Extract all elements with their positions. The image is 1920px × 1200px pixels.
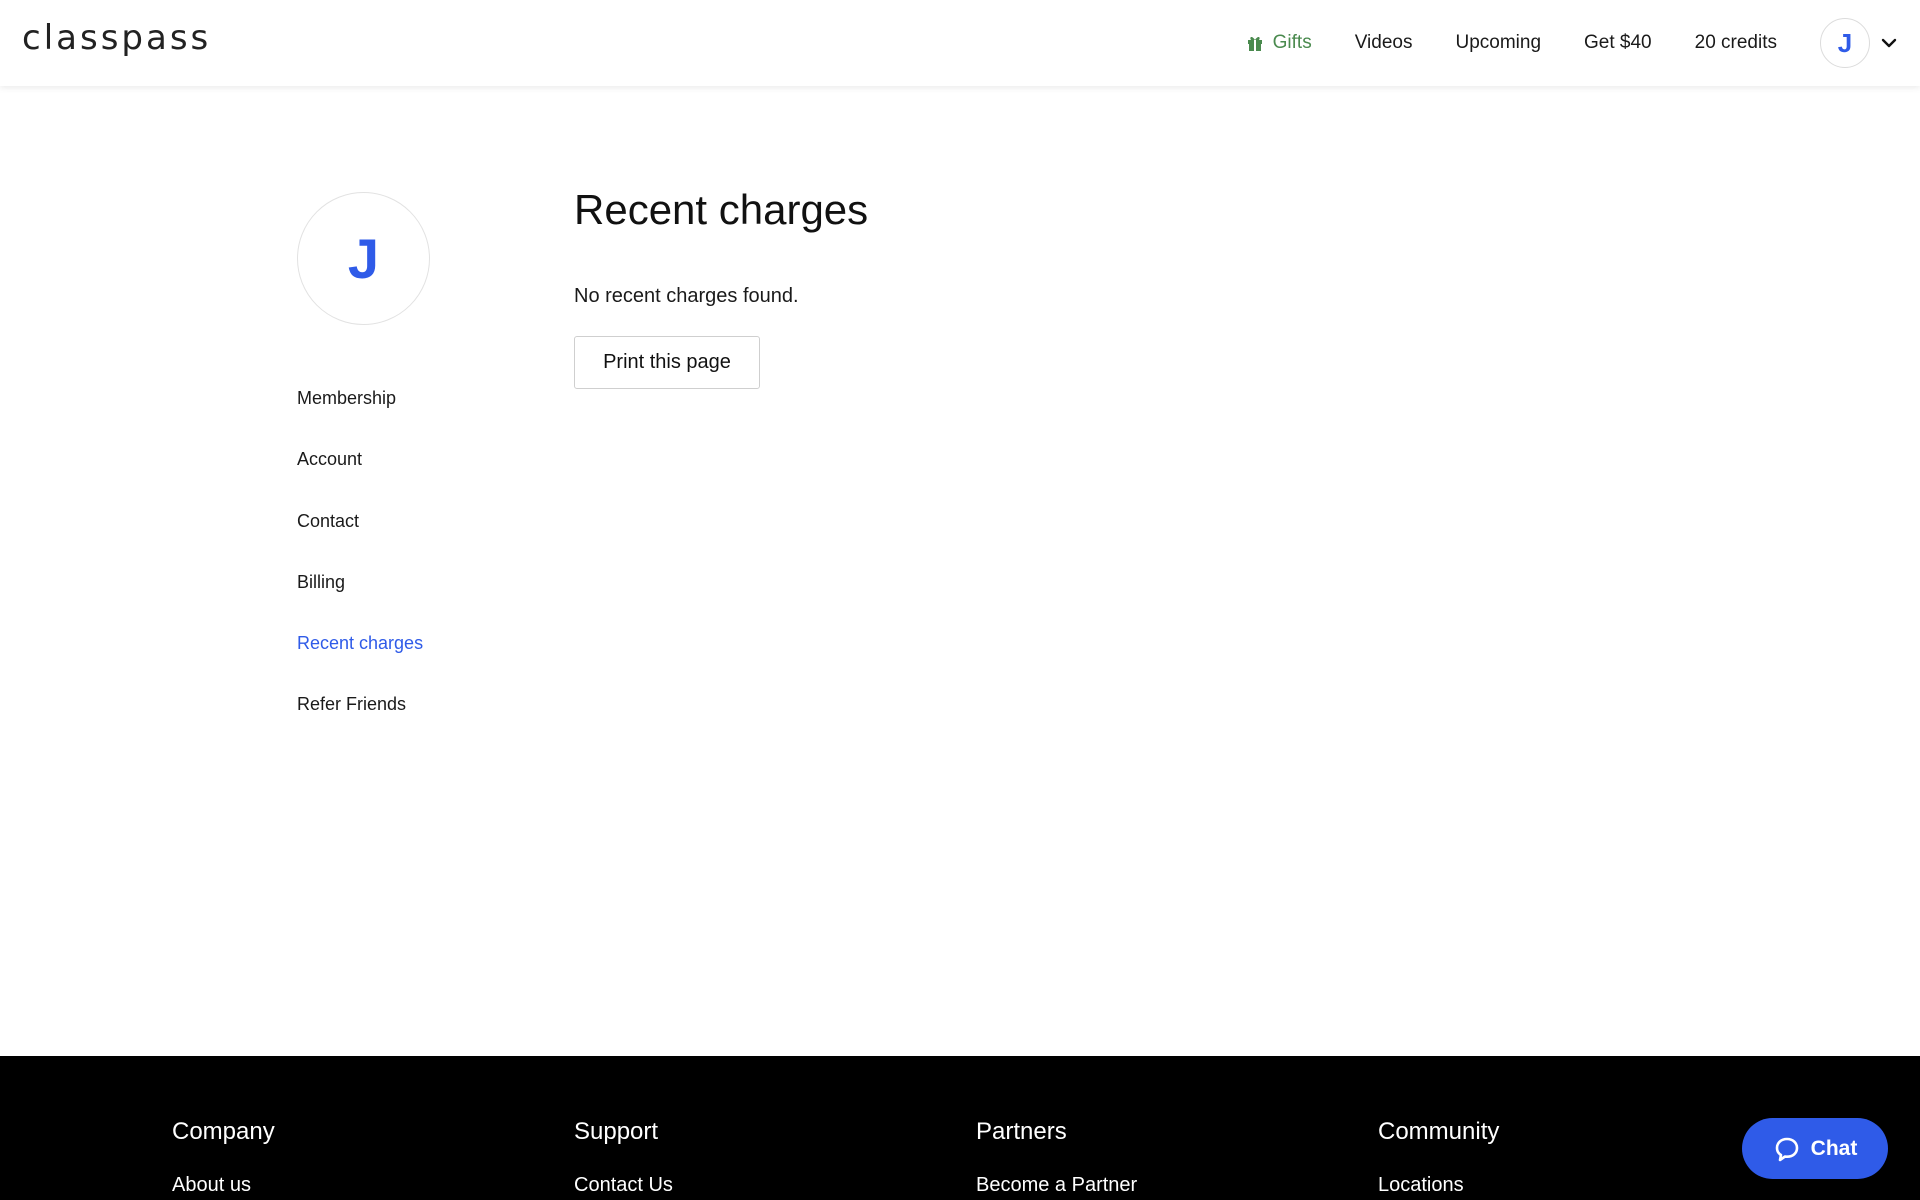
chevron-down-icon[interactable] [1880, 34, 1898, 52]
nav-videos-link[interactable]: Videos [1355, 32, 1413, 54]
sidebar-item-contact[interactable]: Contact [297, 509, 423, 570]
sidebar-item-membership[interactable]: Membership [297, 386, 423, 447]
nav-gifts-link[interactable]: Gifts [1246, 32, 1312, 54]
top-header: classpass Gifts Videos Upcoming Get $40 … [0, 0, 1920, 86]
footer-link-locations[interactable]: Locations [1378, 1174, 1499, 1197]
sidebar-item-recent-charges[interactable]: Recent charges [297, 631, 423, 692]
nav-gifts-label: Gifts [1272, 32, 1312, 53]
sidebar-item-billing[interactable]: Billing [297, 570, 423, 631]
footer-heading-support: Support [574, 1118, 659, 1145]
empty-state-message: No recent charges found. [574, 285, 799, 307]
gift-icon [1247, 36, 1262, 51]
nav-referral-link[interactable]: Get $40 [1584, 32, 1652, 54]
site-footer [0, 1056, 1920, 1200]
footer-column-partners: Partners Become a Partner [976, 1118, 1137, 1197]
footer-link-become-partner[interactable]: Become a Partner [976, 1174, 1137, 1197]
account-sidebar: Membership Account Contact Billing Recen… [297, 386, 423, 754]
profile-avatar: J [297, 192, 430, 325]
chat-button[interactable]: Chat [1742, 1118, 1888, 1179]
chat-label: Chat [1810, 1136, 1858, 1160]
footer-column-community: Community Locations [1378, 1118, 1499, 1197]
print-page-button[interactable]: Print this page [574, 336, 760, 389]
footer-link-about-us[interactable]: About us [172, 1174, 275, 1197]
footer-heading-company: Company [172, 1118, 275, 1145]
sidebar-item-refer-friends[interactable]: Refer Friends [297, 692, 423, 753]
nav-upcoming-link[interactable]: Upcoming [1455, 32, 1541, 54]
footer-column-support: Support Contact Us [574, 1118, 673, 1197]
footer-heading-community: Community [1378, 1118, 1500, 1145]
classpass-logo[interactable]: classpass [22, 18, 211, 58]
footer-column-company: Company About us [172, 1118, 275, 1197]
nav-credits-link[interactable]: 20 credits [1695, 32, 1777, 54]
sidebar-item-account[interactable]: Account [297, 447, 423, 508]
page-title: Recent charges [574, 186, 869, 233]
footer-link-contact-us[interactable]: Contact Us [574, 1174, 673, 1197]
chat-bubble-icon [1775, 1137, 1798, 1161]
header-avatar[interactable]: J [1820, 18, 1870, 68]
top-nav: Gifts Videos Upcoming Get $40 20 credits… [1246, 0, 1920, 86]
footer-heading-partners: Partners [976, 1118, 1067, 1145]
